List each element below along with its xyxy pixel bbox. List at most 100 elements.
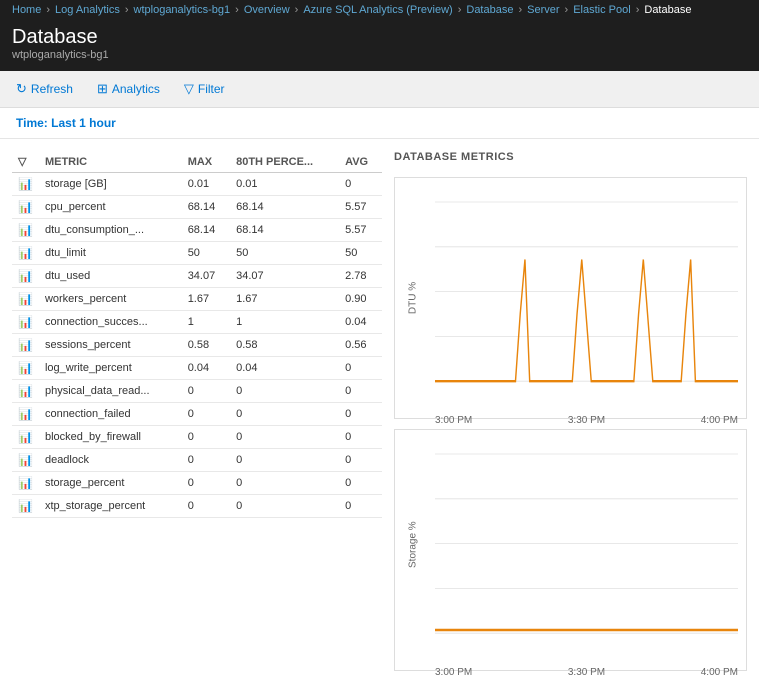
- bar-chart-icon: 📊: [18, 269, 33, 283]
- breadcrumb-database[interactable]: Database: [466, 4, 513, 16]
- dtu-x-label-3: 4:00 PM: [701, 415, 738, 426]
- metric-max: 68.14: [182, 196, 230, 219]
- bar-chart-icon: 📊: [18, 338, 33, 352]
- col-avg[interactable]: AVG: [339, 151, 382, 173]
- metric-max: 0: [182, 472, 230, 495]
- metric-max: 0: [182, 426, 230, 449]
- breadcrumb-log-analytics[interactable]: Log Analytics: [55, 4, 120, 16]
- metric-p80: 34.07: [230, 265, 339, 288]
- analytics-button[interactable]: ⊞ Analytics: [93, 79, 164, 99]
- col-max[interactable]: MAX: [182, 151, 230, 173]
- bar-chart-icon: 📊: [18, 407, 33, 421]
- metric-name: sessions_percent: [39, 334, 182, 357]
- metric-max: 1.67: [182, 288, 230, 311]
- bar-chart-icon: 📊: [18, 384, 33, 398]
- metric-icon-cell: 📊: [12, 403, 39, 426]
- metric-p80: 68.14: [230, 219, 339, 242]
- metric-name: physical_data_read...: [39, 380, 182, 403]
- table-row[interactable]: 📊 log_write_percent 0.04 0.04 0: [12, 357, 382, 380]
- breadcrumb-overview[interactable]: Overview: [244, 4, 290, 16]
- breadcrumb-home[interactable]: Home: [12, 4, 41, 16]
- metric-name: cpu_percent: [39, 196, 182, 219]
- dtu-y-label: DTU %: [408, 280, 419, 316]
- table-row[interactable]: 📊 connection_succes... 1 1 0.04: [12, 311, 382, 334]
- metric-icon-cell: 📊: [12, 426, 39, 449]
- breadcrumb-azure-sql[interactable]: Azure SQL Analytics (Preview): [303, 4, 452, 16]
- metric-max: 0: [182, 449, 230, 472]
- metric-avg: 0.56: [339, 334, 382, 357]
- metric-avg: 0: [339, 472, 382, 495]
- metric-icon-cell: 📊: [12, 334, 39, 357]
- metric-avg: 2.78: [339, 265, 382, 288]
- time-value: Last 1 hour: [51, 116, 116, 130]
- table-row[interactable]: 📊 dtu_limit 50 50 50: [12, 242, 382, 265]
- table-row[interactable]: 📊 storage [GB] 0.01 0.01 0: [12, 173, 382, 196]
- metric-icon-cell: 📊: [12, 472, 39, 495]
- metric-icon-cell: 📊: [12, 196, 39, 219]
- bar-chart-icon: 📊: [18, 177, 33, 191]
- bar-chart-icon: 📊: [18, 453, 33, 467]
- main-content: ▽ METRIC MAX 80TH PERCE... AVG 📊 storage…: [0, 139, 759, 683]
- metric-name: dtu_consumption_...: [39, 219, 182, 242]
- metric-p80: 0.04: [230, 357, 339, 380]
- metric-icon-cell: 📊: [12, 265, 39, 288]
- table-row[interactable]: 📊 dtu_consumption_... 68.14 68.14 5.57: [12, 219, 382, 242]
- bar-chart-icon: 📊: [18, 315, 33, 329]
- analytics-icon: ⊞: [97, 81, 108, 97]
- metric-avg: 0: [339, 449, 382, 472]
- metric-p80: 0: [230, 426, 339, 449]
- metrics-table: ▽ METRIC MAX 80TH PERCE... AVG 📊 storage…: [12, 151, 382, 518]
- breadcrumb: Home › Log Analytics › wtploganalytics-b…: [0, 0, 759, 20]
- metric-avg: 0: [339, 426, 382, 449]
- col-p80[interactable]: 80TH PERCE...: [230, 151, 339, 173]
- metric-p80: 0.58: [230, 334, 339, 357]
- metric-name: log_write_percent: [39, 357, 182, 380]
- metric-p80: 0: [230, 380, 339, 403]
- dtu-x-label-1: 3:00 PM: [435, 415, 472, 426]
- toolbar: ↻ Refresh ⊞ Analytics ▽ Filter: [0, 71, 759, 108]
- table-row[interactable]: 📊 xtp_storage_percent 0 0 0: [12, 495, 382, 518]
- chart-section-title: DATABASE METRICS: [394, 151, 747, 163]
- table-row[interactable]: 📊 cpu_percent 68.14 68.14 5.57: [12, 196, 382, 219]
- metric-p80: 0: [230, 472, 339, 495]
- metric-avg: 0.90: [339, 288, 382, 311]
- metric-avg: 0: [339, 380, 382, 403]
- metric-avg: 50: [339, 242, 382, 265]
- table-row[interactable]: 📊 storage_percent 0 0 0: [12, 472, 382, 495]
- table-row[interactable]: 📊 deadlock 0 0 0: [12, 449, 382, 472]
- col-metric[interactable]: METRIC: [39, 151, 182, 173]
- metric-p80: 0.01: [230, 173, 339, 196]
- table-row[interactable]: 📊 blocked_by_firewall 0 0 0: [12, 426, 382, 449]
- breadcrumb-server[interactable]: Server: [527, 4, 559, 16]
- metric-icon-cell: 📊: [12, 495, 39, 518]
- metric-icon-cell: 📊: [12, 380, 39, 403]
- breadcrumb-current: Database: [644, 4, 691, 16]
- bar-chart-icon: 📊: [18, 476, 33, 490]
- refresh-button[interactable]: ↻ Refresh: [12, 79, 77, 99]
- table-row[interactable]: 📊 connection_failed 0 0 0: [12, 403, 382, 426]
- table-row[interactable]: 📊 sessions_percent 0.58 0.58 0.56: [12, 334, 382, 357]
- breadcrumb-workspace[interactable]: wtploganalytics-bg1: [134, 4, 231, 16]
- storage-x-label-3: 4:00 PM: [701, 667, 738, 678]
- metric-name: deadlock: [39, 449, 182, 472]
- metric-avg: 0: [339, 495, 382, 518]
- breadcrumb-elastic-pool[interactable]: Elastic Pool: [573, 4, 630, 16]
- metric-icon-cell: 📊: [12, 449, 39, 472]
- dtu-chart-container: DTU % 100 80 60 40 20: [394, 177, 747, 419]
- metric-avg: 0: [339, 173, 382, 196]
- metric-name: workers_percent: [39, 288, 182, 311]
- metric-name: dtu_used: [39, 265, 182, 288]
- bar-chart-icon: 📊: [18, 361, 33, 375]
- table-row[interactable]: 📊 physical_data_read... 0 0 0: [12, 380, 382, 403]
- metric-icon-cell: 📊: [12, 173, 39, 196]
- metric-max: 50: [182, 242, 230, 265]
- filter-button[interactable]: ▽ Filter: [180, 79, 229, 99]
- table-row[interactable]: 📊 workers_percent 1.67 1.67 0.90: [12, 288, 382, 311]
- storage-chart-inner: 100 80 60 40 20 3:00 PM 3:30 PM 4:00 PM: [435, 438, 738, 662]
- storage-x-label-1: 3:00 PM: [435, 667, 472, 678]
- metric-name: storage [GB]: [39, 173, 182, 196]
- metric-name: connection_succes...: [39, 311, 182, 334]
- table-row[interactable]: 📊 dtu_used 34.07 34.07 2.78: [12, 265, 382, 288]
- metric-max: 0: [182, 403, 230, 426]
- metric-name: blocked_by_firewall: [39, 426, 182, 449]
